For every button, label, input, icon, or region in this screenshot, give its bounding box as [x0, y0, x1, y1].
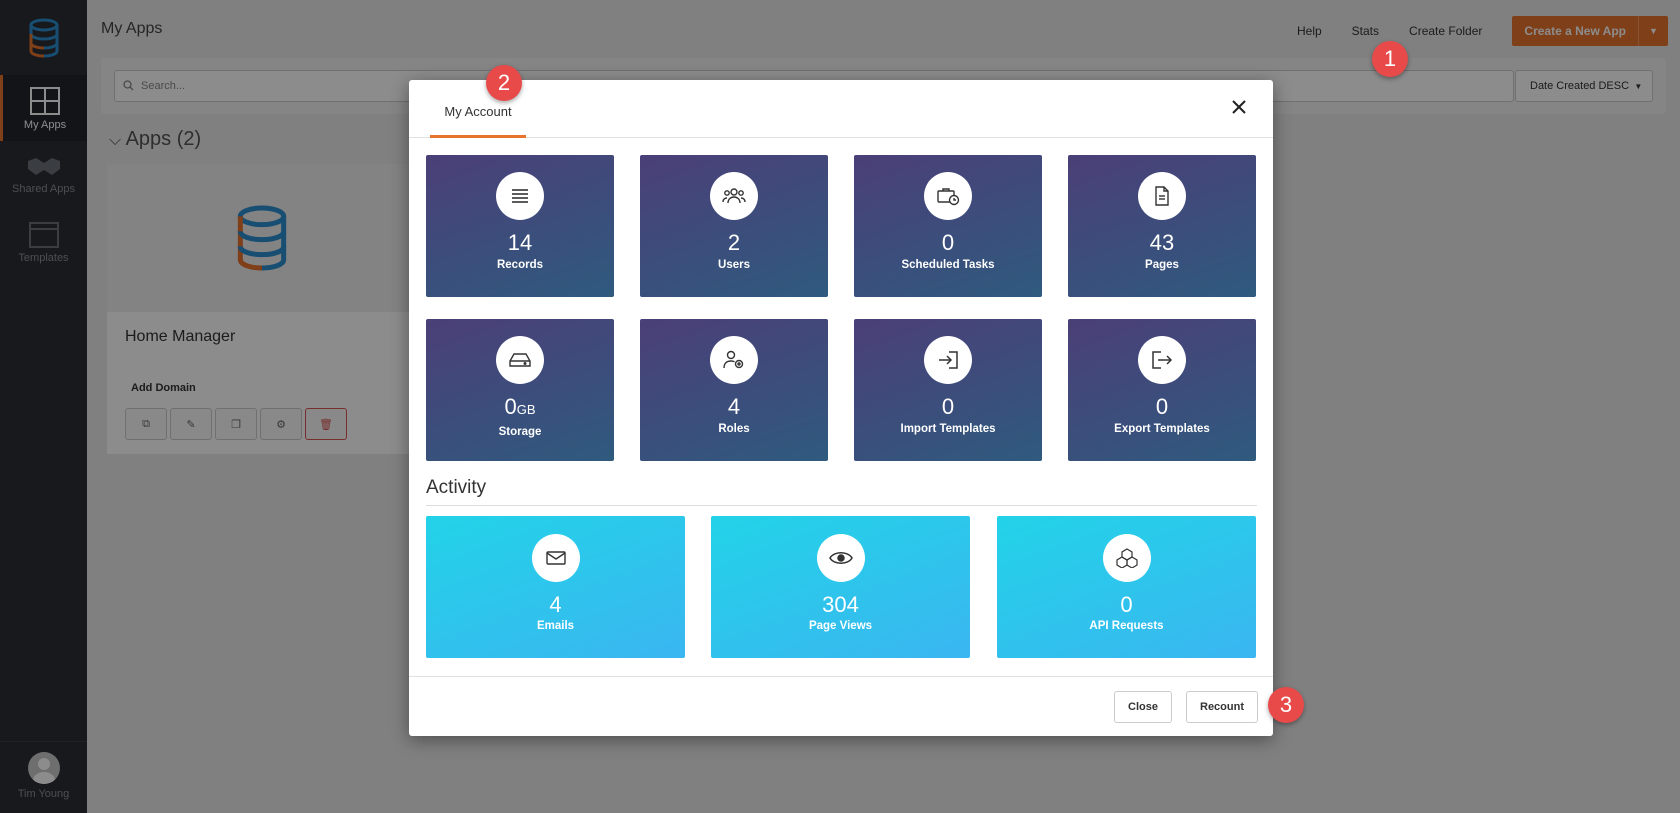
sign-in-icon: [939, 351, 958, 369]
stat-value: 0: [504, 394, 517, 419]
activity-value: 0: [1120, 592, 1133, 617]
step-badge-1: 1: [1372, 41, 1408, 77]
stat-label: Import Templates: [900, 423, 996, 435]
step-badge-3: 3: [1268, 687, 1304, 723]
activity-value: 4: [549, 592, 562, 617]
sign-out-icon: [1152, 351, 1173, 369]
my-account-modal: My Account 14 Records 2 Users 0 Schedule…: [409, 80, 1273, 736]
stat-tile-users: 2 Users: [640, 155, 828, 297]
activity-tile-emails: 4 Emails: [426, 516, 685, 658]
envelope-icon: [545, 551, 566, 565]
users-icon: [722, 188, 746, 204]
stat-tile-pages: 43 Pages: [1068, 155, 1256, 297]
stat-value: 43: [1149, 230, 1175, 255]
stat-label: Roles: [718, 423, 750, 435]
list-icon: [512, 189, 528, 203]
activity-heading: Activity: [426, 477, 487, 498]
document-icon: [1155, 186, 1169, 206]
activity-tile-api-requests: 0 API Requests: [997, 516, 1256, 658]
stat-tile-import-templates: 0 Import Templates: [854, 319, 1042, 461]
modal-header: My Account: [409, 80, 1273, 138]
eye-icon: [828, 552, 853, 564]
briefcase-clock-icon: [937, 188, 960, 206]
stat-label: Pages: [1145, 259, 1179, 271]
stat-value: 4: [727, 394, 741, 419]
stat-tile-scheduled-tasks: 0 Scheduled Tasks: [854, 155, 1042, 297]
stat-value: 0: [941, 394, 955, 419]
activity-label: Page Views: [808, 620, 873, 632]
stat-tile-storage: 0GB Storage: [426, 319, 614, 461]
stat-label: Users: [718, 259, 750, 271]
stat-tile-export-templates: 0 Export Templates: [1068, 319, 1256, 461]
close-icon[interactable]: [1231, 99, 1247, 115]
modal-footer: Close Recount: [409, 676, 1273, 736]
stat-value: 0: [1155, 394, 1169, 419]
stat-unit: GB: [516, 402, 536, 417]
stat-label: Scheduled Tasks: [901, 259, 995, 271]
close-button[interactable]: Close: [1114, 691, 1172, 723]
stat-value: 14: [507, 230, 533, 255]
stat-label: Records: [496, 259, 544, 271]
stat-tile-records: 14 Records: [426, 155, 614, 297]
activity-label: API Requests: [1089, 620, 1164, 632]
stat-tile-roles: 4 Roles: [640, 319, 828, 461]
user-gear-icon: [723, 350, 744, 369]
stat-value: 2: [727, 230, 741, 255]
step-badge-2: 2: [486, 65, 522, 101]
stat-value: 0: [941, 230, 955, 255]
stat-label: Storage: [498, 426, 542, 438]
drive-icon: [509, 353, 531, 367]
divider: [426, 505, 1257, 506]
cubes-icon: [1115, 548, 1138, 568]
stat-value-wrap: 0GB: [426, 394, 614, 423]
activity-tile-page-views: 304 Page Views: [711, 516, 970, 658]
recount-button[interactable]: Recount: [1186, 691, 1258, 723]
activity-label: Emails: [536, 620, 575, 632]
stat-label: Export Templates: [1114, 423, 1210, 435]
activity-value: 304: [822, 592, 859, 617]
